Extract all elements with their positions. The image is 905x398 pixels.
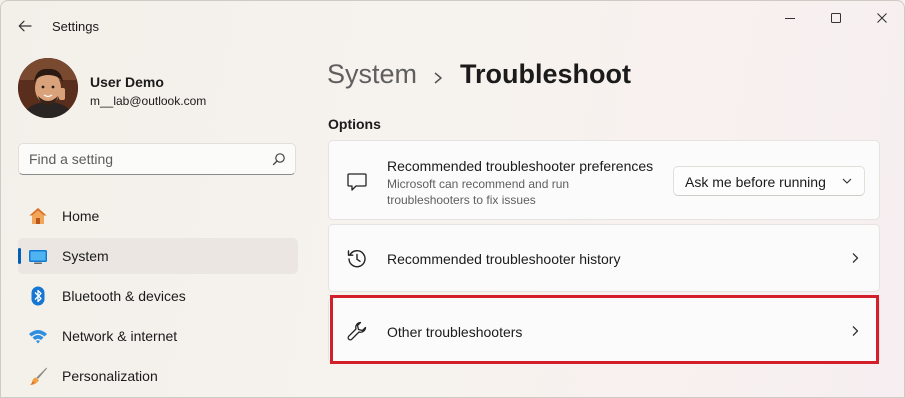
sidebar-item-personalization[interactable]: Personalization — [18, 358, 298, 394]
chevron-right-icon — [434, 72, 442, 84]
search-input[interactable] — [29, 149, 259, 169]
troubleshooter-preference-dropdown[interactable]: Ask me before running — [673, 166, 865, 196]
user-email: m__lab@outlook.com — [90, 94, 207, 108]
back-button[interactable] — [13, 15, 37, 37]
sidebar-item-bluetooth[interactable]: Bluetooth & devices — [18, 278, 298, 314]
home-icon — [29, 208, 47, 224]
app-title: Settings — [52, 19, 99, 34]
breadcrumb-parent[interactable]: System — [327, 59, 417, 90]
sidebar-item-label: Network & internet — [62, 328, 178, 344]
section-label-options: Options — [328, 116, 381, 132]
user-avatar-image — [18, 58, 78, 118]
arrow-left-icon — [18, 20, 32, 32]
maximize-icon — [831, 13, 841, 23]
minimize-icon — [785, 18, 795, 19]
sidebar-item-label: Home — [62, 208, 100, 224]
dropdown-value: Ask me before running — [685, 174, 826, 190]
chat-bubble-icon — [347, 173, 367, 191]
avatar[interactable] — [18, 58, 78, 118]
sidebar-item-network[interactable]: Network & internet — [18, 318, 298, 354]
settings-window: Settings User Demo m__lab@outlook.com Fi… — [0, 0, 905, 398]
history-icon — [347, 250, 366, 268]
chevron-down-icon — [842, 178, 852, 184]
bluetooth-icon — [31, 286, 45, 306]
card-title: Recommended troubleshooter history — [387, 251, 621, 267]
troubleshooter-preferences-card: Recommended troubleshooter preferences M… — [328, 140, 880, 220]
sidebar-item-label: Personalization — [62, 368, 158, 384]
page-title: Troubleshoot — [460, 59, 631, 89]
highlight-box — [330, 295, 879, 364]
sidebar-item-label: System — [62, 248, 109, 264]
sidebar-item-system[interactable]: System — [18, 238, 298, 274]
brush-icon — [30, 367, 47, 385]
card-title: Recommended troubleshooter preferences — [387, 158, 654, 174]
wifi-icon — [29, 330, 47, 344]
close-icon — [877, 13, 887, 23]
search-icon[interactable] — [272, 152, 286, 166]
card-description: Microsoft can recommend and run troubles… — [387, 177, 570, 207]
sidebar-item-label: Bluetooth & devices — [62, 288, 186, 304]
selection-indicator — [18, 248, 21, 264]
system-icon — [29, 250, 47, 264]
chevron-right-icon — [852, 253, 859, 263]
troubleshooter-history-card[interactable]: Recommended troubleshooter history — [328, 224, 880, 292]
sidebar-item-home[interactable]: Home — [18, 198, 298, 234]
maximize-button[interactable] — [814, 6, 858, 30]
search-box[interactable] — [18, 143, 296, 175]
user-name: User Demo — [90, 74, 164, 90]
minimize-button[interactable] — [768, 6, 812, 30]
close-button[interactable] — [860, 6, 904, 30]
